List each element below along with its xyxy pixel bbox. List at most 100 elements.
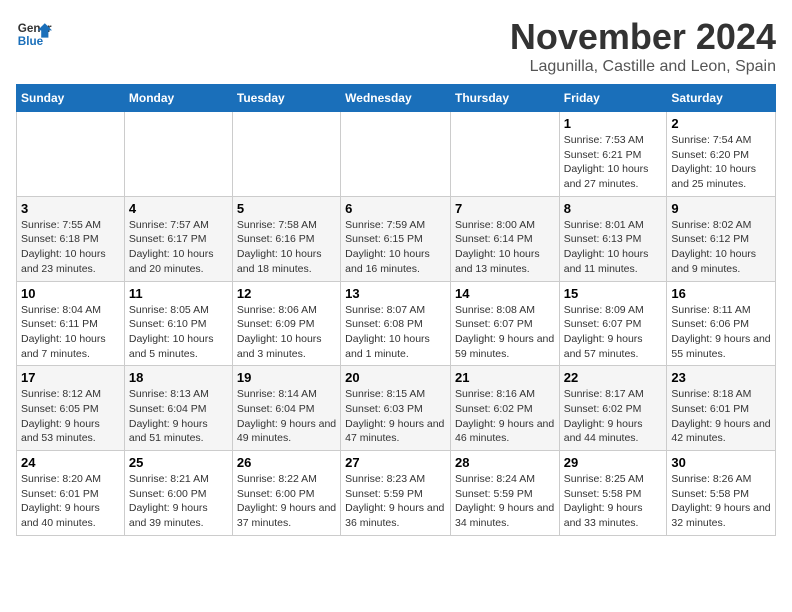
calendar-week-1: 1 Sunrise: 7:53 AM Sunset: 6:21 PM Daylig… [17, 112, 776, 197]
day-number: 9 [671, 201, 771, 216]
day-info: Sunrise: 8:16 AM Sunset: 6:02 PM Dayligh… [455, 387, 555, 446]
day-info: Sunrise: 7:55 AM Sunset: 6:18 PM Dayligh… [21, 218, 120, 277]
calendar-cell: 21 Sunrise: 8:16 AM Sunset: 6:02 PM Dayli… [450, 366, 559, 451]
day-number: 17 [21, 370, 120, 385]
calendar-cell: 29Sunrise: 8:25 AM Sunset: 5:58 PM Dayli… [559, 451, 667, 536]
day-number: 11 [129, 286, 228, 301]
day-info: Sunrise: 7:54 AM Sunset: 6:20 PM Dayligh… [671, 133, 771, 192]
calendar-cell: 20 Sunrise: 8:15 AM Sunset: 6:03 PM Dayli… [341, 366, 451, 451]
day-info: Sunrise: 8:01 AM Sunset: 6:13 PM Dayligh… [564, 218, 663, 277]
day-info: Sunrise: 8:09 AM Sunset: 6:07 PM Dayligh… [564, 303, 663, 362]
day-number: 26 [237, 455, 336, 470]
day-info: Sunrise: 8:13 AM Sunset: 6:04 PM Dayligh… [129, 387, 228, 446]
day-number: 18 [129, 370, 228, 385]
day-number: 13 [345, 286, 446, 301]
calendar-cell: 17 Sunrise: 8:12 AM Sunset: 6:05 PM Dayli… [17, 366, 125, 451]
day-number: 5 [237, 201, 336, 216]
calendar-cell: 4Sunrise: 7:57 AM Sunset: 6:17 PM Daylig… [124, 196, 232, 281]
svg-text:Blue: Blue [18, 35, 44, 48]
day-info: Sunrise: 8:22 AM Sunset: 6:00 PM Dayligh… [237, 472, 336, 531]
calendar-cell: 14 Sunrise: 8:08 AM Sunset: 6:07 PM Dayli… [450, 281, 559, 366]
day-info: Sunrise: 8:02 AM Sunset: 6:12 PM Dayligh… [671, 218, 771, 277]
day-info: Sunrise: 8:05 AM Sunset: 6:10 PM Dayligh… [129, 303, 228, 362]
calendar-week-3: 10 Sunrise: 8:04 AM Sunset: 6:11 PM Dayli… [17, 281, 776, 366]
calendar-cell: 27 Sunrise: 8:23 AM Sunset: 5:59 PM Dayli… [341, 451, 451, 536]
logo-icon: General Blue [16, 16, 52, 52]
calendar-cell: 23 Sunrise: 8:18 AM Sunset: 6:01 PM Dayli… [667, 366, 776, 451]
calendar-cell [450, 112, 559, 197]
day-info: Sunrise: 8:11 AM Sunset: 6:06 PM Dayligh… [671, 303, 771, 362]
day-number: 29 [564, 455, 663, 470]
day-number: 30 [671, 455, 771, 470]
title-block: November 2024 Lagunilla, Castille and Le… [510, 16, 776, 76]
day-number: 16 [671, 286, 771, 301]
day-info: Sunrise: 8:23 AM Sunset: 5:59 PM Dayligh… [345, 472, 446, 531]
day-number: 15 [564, 286, 663, 301]
day-info: Sunrise: 7:58 AM Sunset: 6:16 PM Dayligh… [237, 218, 336, 277]
day-number: 1 [564, 116, 663, 131]
day-number: 19 [237, 370, 336, 385]
calendar-cell: 1 Sunrise: 7:53 AM Sunset: 6:21 PM Daylig… [559, 112, 667, 197]
day-number: 6 [345, 201, 446, 216]
day-info: Sunrise: 8:15 AM Sunset: 6:03 PM Dayligh… [345, 387, 446, 446]
day-info: Sunrise: 7:53 AM Sunset: 6:21 PM Dayligh… [564, 133, 663, 192]
calendar-cell: 26 Sunrise: 8:22 AM Sunset: 6:00 PM Dayli… [232, 451, 340, 536]
day-info: Sunrise: 8:26 AM Sunset: 5:58 PM Dayligh… [671, 472, 771, 531]
calendar-cell: 16 Sunrise: 8:11 AM Sunset: 6:06 PM Dayli… [667, 281, 776, 366]
calendar-cell: 10 Sunrise: 8:04 AM Sunset: 6:11 PM Dayli… [17, 281, 125, 366]
day-number: 3 [21, 201, 120, 216]
calendar-header-row: SundayMondayTuesdayWednesdayThursdayFrid… [17, 85, 776, 112]
calendar-header-monday: Monday [124, 85, 232, 112]
day-info: Sunrise: 8:00 AM Sunset: 6:14 PM Dayligh… [455, 218, 555, 277]
day-info: Sunrise: 8:14 AM Sunset: 6:04 PM Dayligh… [237, 387, 336, 446]
day-info: Sunrise: 8:12 AM Sunset: 6:05 PM Dayligh… [21, 387, 120, 446]
day-info: Sunrise: 8:24 AM Sunset: 5:59 PM Dayligh… [455, 472, 555, 531]
day-number: 12 [237, 286, 336, 301]
calendar-header-sunday: Sunday [17, 85, 125, 112]
day-number: 24 [21, 455, 120, 470]
calendar-cell: 2 Sunrise: 7:54 AM Sunset: 6:20 PM Daylig… [667, 112, 776, 197]
calendar-cell: 13 Sunrise: 8:07 AM Sunset: 6:08 PM Dayli… [341, 281, 451, 366]
calendar-cell: 8 Sunrise: 8:01 AM Sunset: 6:13 PM Daylig… [559, 196, 667, 281]
calendar-cell: 28Sunrise: 8:24 AM Sunset: 5:59 PM Dayli… [450, 451, 559, 536]
day-info: Sunrise: 8:06 AM Sunset: 6:09 PM Dayligh… [237, 303, 336, 362]
day-number: 10 [21, 286, 120, 301]
day-number: 7 [455, 201, 555, 216]
day-info: Sunrise: 8:04 AM Sunset: 6:11 PM Dayligh… [21, 303, 120, 362]
day-number: 23 [671, 370, 771, 385]
calendar-header-wednesday: Wednesday [341, 85, 451, 112]
calendar-cell: 3 Sunrise: 7:55 AM Sunset: 6:18 PM Daylig… [17, 196, 125, 281]
day-number: 20 [345, 370, 446, 385]
calendar-cell: 15 Sunrise: 8:09 AM Sunset: 6:07 PM Dayli… [559, 281, 667, 366]
calendar-week-2: 3 Sunrise: 7:55 AM Sunset: 6:18 PM Daylig… [17, 196, 776, 281]
calendar-header-saturday: Saturday [667, 85, 776, 112]
calendar-body: 1 Sunrise: 7:53 AM Sunset: 6:21 PM Daylig… [17, 112, 776, 536]
calendar-cell: 22 Sunrise: 8:17 AM Sunset: 6:02 PM Dayli… [559, 366, 667, 451]
day-info: Sunrise: 8:07 AM Sunset: 6:08 PM Dayligh… [345, 303, 446, 362]
day-number: 2 [671, 116, 771, 131]
calendar-cell [232, 112, 340, 197]
day-info: Sunrise: 8:17 AM Sunset: 6:02 PM Dayligh… [564, 387, 663, 446]
day-number: 27 [345, 455, 446, 470]
calendar-table: SundayMondayTuesdayWednesdayThursdayFrid… [16, 84, 776, 536]
logo: General Blue [16, 16, 52, 52]
day-number: 8 [564, 201, 663, 216]
calendar-header-tuesday: Tuesday [232, 85, 340, 112]
day-number: 22 [564, 370, 663, 385]
calendar-cell: 30 Sunrise: 8:26 AM Sunset: 5:58 PM Dayli… [667, 451, 776, 536]
day-info: Sunrise: 7:59 AM Sunset: 6:15 PM Dayligh… [345, 218, 446, 277]
calendar-cell: 12 Sunrise: 8:06 AM Sunset: 6:09 PM Dayli… [232, 281, 340, 366]
header: General Blue November 2024 Lagunilla, Ca… [16, 16, 776, 76]
day-info: Sunrise: 8:18 AM Sunset: 6:01 PM Dayligh… [671, 387, 771, 446]
day-number: 21 [455, 370, 555, 385]
calendar-cell: 5 Sunrise: 7:58 AM Sunset: 6:16 PM Daylig… [232, 196, 340, 281]
day-number: 25 [129, 455, 228, 470]
calendar-header-thursday: Thursday [450, 85, 559, 112]
day-number: 14 [455, 286, 555, 301]
calendar-cell: 9 Sunrise: 8:02 AM Sunset: 6:12 PM Daylig… [667, 196, 776, 281]
calendar-cell: 7 Sunrise: 8:00 AM Sunset: 6:14 PM Daylig… [450, 196, 559, 281]
day-info: Sunrise: 8:08 AM Sunset: 6:07 PM Dayligh… [455, 303, 555, 362]
day-info: Sunrise: 8:21 AM Sunset: 6:00 PM Dayligh… [129, 472, 228, 531]
day-number: 4 [129, 201, 228, 216]
calendar-week-4: 17 Sunrise: 8:12 AM Sunset: 6:05 PM Dayli… [17, 366, 776, 451]
